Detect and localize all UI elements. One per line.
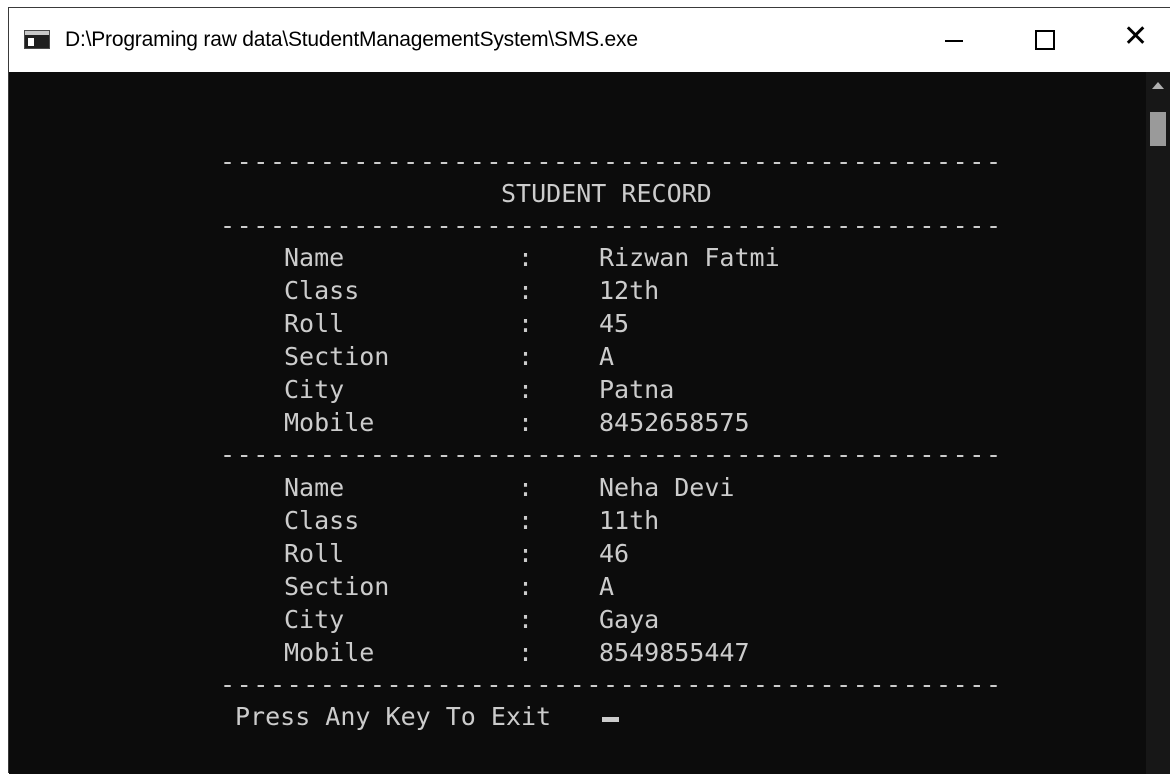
field-value-section: A — [599, 572, 615, 601]
field-label-mobile: Mobile — [284, 408, 375, 437]
field-colon: : — [518, 572, 534, 601]
close-icon: ✕ — [1123, 19, 1149, 54]
field-value-roll: 46 — [599, 539, 630, 568]
window-title: D:\Programing raw data\StudentManagement… — [65, 28, 638, 51]
field-colon: : — [518, 276, 534, 305]
field-label-city: City — [284, 375, 345, 404]
field-label-roll: Roll — [284, 539, 345, 568]
field-label-class: Class — [284, 506, 360, 535]
record-header: STUDENT RECORD — [501, 179, 712, 208]
minimize-button[interactable] — [906, 8, 998, 72]
field-value-city: Patna — [599, 375, 675, 404]
scrollbar-thumb[interactable] — [1150, 112, 1166, 146]
field-value-class: 11th — [599, 506, 660, 535]
separator-line: ----------------------------------------… — [220, 670, 1003, 699]
field-label-name: Name — [284, 473, 345, 502]
separator-line: ----------------------------------------… — [220, 211, 1003, 240]
field-label-mobile: Mobile — [284, 638, 375, 667]
field-colon: : — [518, 375, 534, 404]
field-value-name: Rizwan Fatmi — [599, 243, 780, 272]
console-app-icon[interactable] — [24, 30, 50, 49]
field-value-name: Neha Devi — [599, 473, 735, 502]
field-colon: : — [518, 473, 534, 502]
field-value-class: 12th — [599, 276, 660, 305]
vertical-scrollbar[interactable] — [1146, 72, 1170, 774]
field-label-section: Section — [284, 342, 390, 371]
maximize-button[interactable] — [998, 8, 1090, 72]
field-colon: : — [518, 309, 534, 338]
exit-prompt: Press Any Key To Exit — [235, 702, 552, 731]
field-label-roll: Roll — [284, 309, 345, 338]
minimize-icon — [945, 40, 963, 42]
console-output[interactable]: ----------------------------------------… — [9, 72, 1146, 774]
console-window: D:\Programing raw data\StudentManagement… — [8, 7, 1170, 774]
maximize-icon — [1035, 30, 1055, 50]
separator-line: ----------------------------------------… — [220, 440, 1003, 469]
field-value-mobile: 8452658575 — [599, 408, 750, 437]
field-label-section: Section — [284, 572, 390, 601]
text-cursor — [602, 717, 619, 722]
field-value-section: A — [599, 342, 615, 371]
field-colon: : — [518, 342, 534, 371]
field-colon: : — [518, 605, 534, 634]
field-value-mobile: 8549855447 — [599, 638, 750, 667]
field-colon: : — [518, 638, 534, 667]
field-colon: : — [518, 539, 534, 568]
field-label-city: City — [284, 605, 345, 634]
title-bar[interactable]: D:\Programing raw data\StudentManagement… — [9, 8, 1170, 72]
field-value-city: Gaya — [599, 605, 660, 634]
field-colon: : — [518, 506, 534, 535]
field-colon: : — [518, 408, 534, 437]
field-label-class: Class — [284, 276, 360, 305]
field-value-roll: 45 — [599, 309, 630, 338]
field-colon: : — [518, 243, 534, 272]
separator-line: ----------------------------------------… — [220, 147, 1003, 176]
field-label-name: Name — [284, 243, 345, 272]
scroll-up-arrow-icon[interactable] — [1152, 82, 1164, 89]
close-button[interactable]: ✕ — [1090, 8, 1170, 72]
